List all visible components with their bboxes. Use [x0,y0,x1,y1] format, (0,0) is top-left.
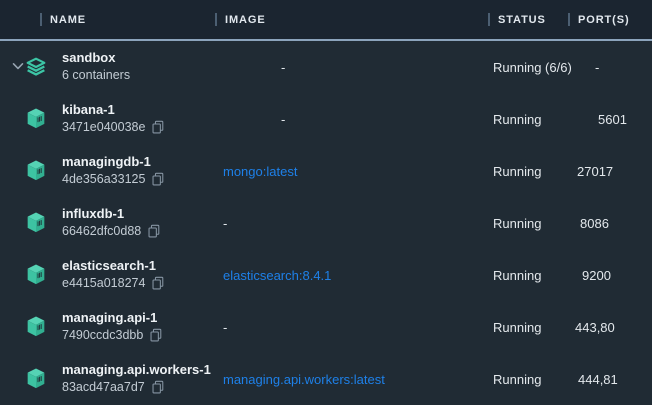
image-cell: - [215,112,488,127]
chevron-down-icon[interactable] [12,62,26,71]
image-cell[interactable]: mongo:latest [215,164,488,179]
column-divider [568,13,570,26]
name-cell: elasticsearch-1 e4415a018274 [0,258,215,291]
image-cell: - [215,60,488,75]
container-name: managing.api.workers-1 [62,362,211,379]
status-cell: Running (6/6) [488,60,568,75]
name-cell: sandbox 6 containers [0,50,215,83]
container-subtitle: 4de356a33125 [62,171,145,187]
ports-cell: 444,81 [568,372,652,387]
column-divider [40,13,42,26]
name-cell: influxdb-1 66462dfc0d88 [0,206,215,239]
container-name: kibana-1 [62,102,164,119]
compose-group-row[interactable]: sandbox 6 containers - Running (6/6) - [0,41,652,93]
container-cube-icon [26,158,46,183]
container-row[interactable]: influxdb-1 66462dfc0d88 - Running 8086 [0,197,652,249]
container-name: managing.api-1 [62,310,162,327]
containers-table: NAME IMAGE STATUS PORT(S) [0,0,652,405]
column-header-name-label: NAME [50,14,86,26]
name-block: elasticsearch-1 e4415a018274 [62,258,164,291]
name-block: influxdb-1 66462dfc0d88 [62,206,160,239]
status-cell: Running [488,372,568,387]
column-divider [215,13,217,26]
column-header-image-label: IMAGE [225,14,266,26]
name-block: sandbox 6 containers [62,50,130,83]
container-table-body: sandbox 6 containers - Running (6/6) - [0,41,652,405]
status-cell: Running [488,320,568,335]
status-cell: Running [488,164,568,179]
name-block: managing.api.workers-1 83acd47aa7d7 [62,362,211,395]
container-subtitle: 3471e040038e [62,119,145,135]
copy-icon[interactable] [151,276,164,290]
container-row[interactable]: managingdb-1 4de356a33125 mongo:latest R… [0,145,652,197]
container-row[interactable]: managing.api-1 7490ccdc3dbb - Running 44… [0,301,652,353]
container-cube-icon [26,366,46,391]
column-header-status-label: STATUS [498,14,546,26]
column-header-ports[interactable]: PORT(S) [568,13,652,26]
ports-cell: 8086 [568,216,652,231]
container-row[interactable]: managing.api.workers-1 83acd47aa7d7 mana… [0,353,652,405]
status-cell: Running [488,268,568,283]
image-cell[interactable]: managing.api.workers:latest [215,372,488,387]
container-cube-icon [26,106,46,131]
name-cell: managingdb-1 4de356a33125 [0,154,215,187]
copy-icon[interactable] [147,224,160,238]
column-header-ports-label: PORT(S) [578,14,630,26]
compose-stack-icon [26,55,46,79]
image-cell: - [215,320,488,335]
container-name: managingdb-1 [62,154,164,171]
copy-icon[interactable] [151,380,164,394]
column-divider [488,13,490,26]
container-row[interactable]: elasticsearch-1 e4415a018274 elasticsear… [0,249,652,301]
column-header-status[interactable]: STATUS [488,13,568,26]
container-cube-icon [26,210,46,235]
name-block: managingdb-1 4de356a33125 [62,154,164,187]
name-cell: managing.api-1 7490ccdc3dbb [0,310,215,343]
ports-cell: 9200 [568,268,652,283]
image-cell[interactable]: elasticsearch:8.4.1 [215,268,488,283]
container-cube-icon [26,262,46,287]
container-name: sandbox [62,50,130,67]
ports-cell: 5601 [568,112,652,127]
name-block: kibana-1 3471e040038e [62,102,164,135]
container-subtitle: 6 containers [62,67,130,83]
ports-cell: 27017 [568,164,652,179]
container-name: elasticsearch-1 [62,258,164,275]
column-header-image[interactable]: IMAGE [215,13,488,26]
status-cell: Running [488,112,568,127]
ports-cell: 443,80 [568,320,652,335]
table-header: NAME IMAGE STATUS PORT(S) [0,0,652,41]
copy-icon[interactable] [149,328,162,342]
container-row[interactable]: kibana-1 3471e040038e - Running 5601 [0,93,652,145]
container-subtitle: 7490ccdc3dbb [62,327,143,343]
container-cube-icon [26,314,46,339]
name-cell: managing.api.workers-1 83acd47aa7d7 [0,362,215,395]
status-cell: Running [488,216,568,231]
ports-cell: - [568,60,652,75]
column-header-name[interactable]: NAME [0,13,215,26]
container-subtitle: 66462dfc0d88 [62,223,141,239]
name-block: managing.api-1 7490ccdc3dbb [62,310,162,343]
image-cell: - [215,216,488,231]
name-cell: kibana-1 3471e040038e [0,102,215,135]
container-name: influxdb-1 [62,206,160,223]
copy-icon[interactable] [151,172,164,186]
container-subtitle: e4415a018274 [62,275,145,291]
container-subtitle: 83acd47aa7d7 [62,379,145,395]
copy-icon[interactable] [151,120,164,134]
